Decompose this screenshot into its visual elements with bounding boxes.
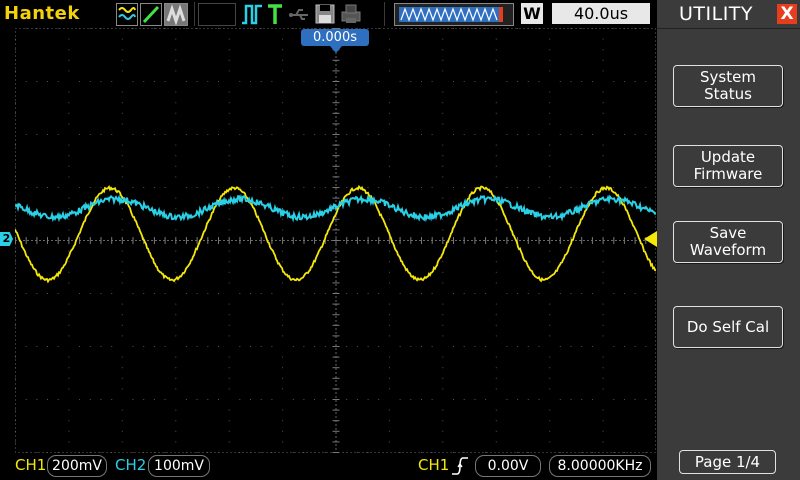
self-cal-button[interactable]: Do Self Cal xyxy=(673,306,783,348)
frequency-readout: 8.00000KHz xyxy=(549,455,651,477)
toolbar-divider xyxy=(384,2,385,26)
menu-title-bar: UTILITY X xyxy=(657,0,800,28)
usb-icon xyxy=(288,3,312,24)
update-firmware-button[interactable]: Update Firmware xyxy=(673,145,783,187)
trigger-level-readout[interactable]: 0.00V xyxy=(475,455,541,477)
wave-icon[interactable] xyxy=(116,3,138,26)
toolbar-divider xyxy=(194,2,195,26)
ch2-label[interactable]: CH2 xyxy=(115,456,146,474)
button-label-line1: Do Self Cal xyxy=(686,317,770,336)
waveform-display xyxy=(15,28,656,453)
square-pulse-icon[interactable] xyxy=(240,3,264,25)
ch1-trace xyxy=(15,184,656,284)
memory-bar-icon xyxy=(394,3,514,26)
floppy-icon[interactable] xyxy=(314,3,336,24)
ch1-label[interactable]: CH1 xyxy=(15,456,46,474)
t-icon[interactable] xyxy=(266,3,284,24)
button-label-line1: Update xyxy=(700,148,756,166)
menu-divider xyxy=(657,28,800,29)
rising-edge-icon xyxy=(451,456,469,476)
button-label-line1: Save xyxy=(709,224,747,242)
utility-menu-panel: UTILITY X System Status Update Firmware … xyxy=(657,0,800,480)
top-status-bar: Hantek W 40.0us xyxy=(0,0,657,28)
ch2-ground-marker[interactable]: 2 xyxy=(0,232,13,246)
waveform-traces xyxy=(15,184,656,284)
ch2-scale[interactable]: 100mV xyxy=(148,455,210,477)
save-waveform-button[interactable]: Save Waveform xyxy=(673,221,783,263)
bottom-status-bar: CH1 200mV CH2 100mV CH1 0.00V 8.00000KHz xyxy=(0,453,657,480)
button-label-line2: Firmware xyxy=(693,165,763,183)
trigger-position-arrow xyxy=(330,46,342,53)
ch1-scale[interactable]: 200mV xyxy=(47,455,107,477)
button-label-line2: Status xyxy=(704,85,752,103)
timebase-readout[interactable]: 40.0us xyxy=(552,3,650,24)
system-status-button[interactable]: System Status xyxy=(673,65,783,107)
button-label-line1: System xyxy=(700,68,756,86)
trigger-level-marker[interactable] xyxy=(644,231,657,247)
trigger-source-label[interactable]: CH1 xyxy=(418,456,449,474)
persistence-icon[interactable] xyxy=(164,3,188,26)
window-mode-badge: W xyxy=(521,3,543,24)
close-button[interactable]: X xyxy=(777,4,797,24)
menu-title: UTILITY xyxy=(679,3,754,25)
trigger-position-readout[interactable]: 0.000s xyxy=(301,29,369,46)
printer-icon[interactable] xyxy=(340,3,362,24)
brand-logo: Hantek xyxy=(4,3,80,24)
empty-slot xyxy=(198,3,236,26)
button-label-line2: Waveform xyxy=(689,241,767,259)
page-indicator-button[interactable]: Page 1/4 xyxy=(679,450,776,474)
xy-mode-icon[interactable] xyxy=(140,3,162,26)
